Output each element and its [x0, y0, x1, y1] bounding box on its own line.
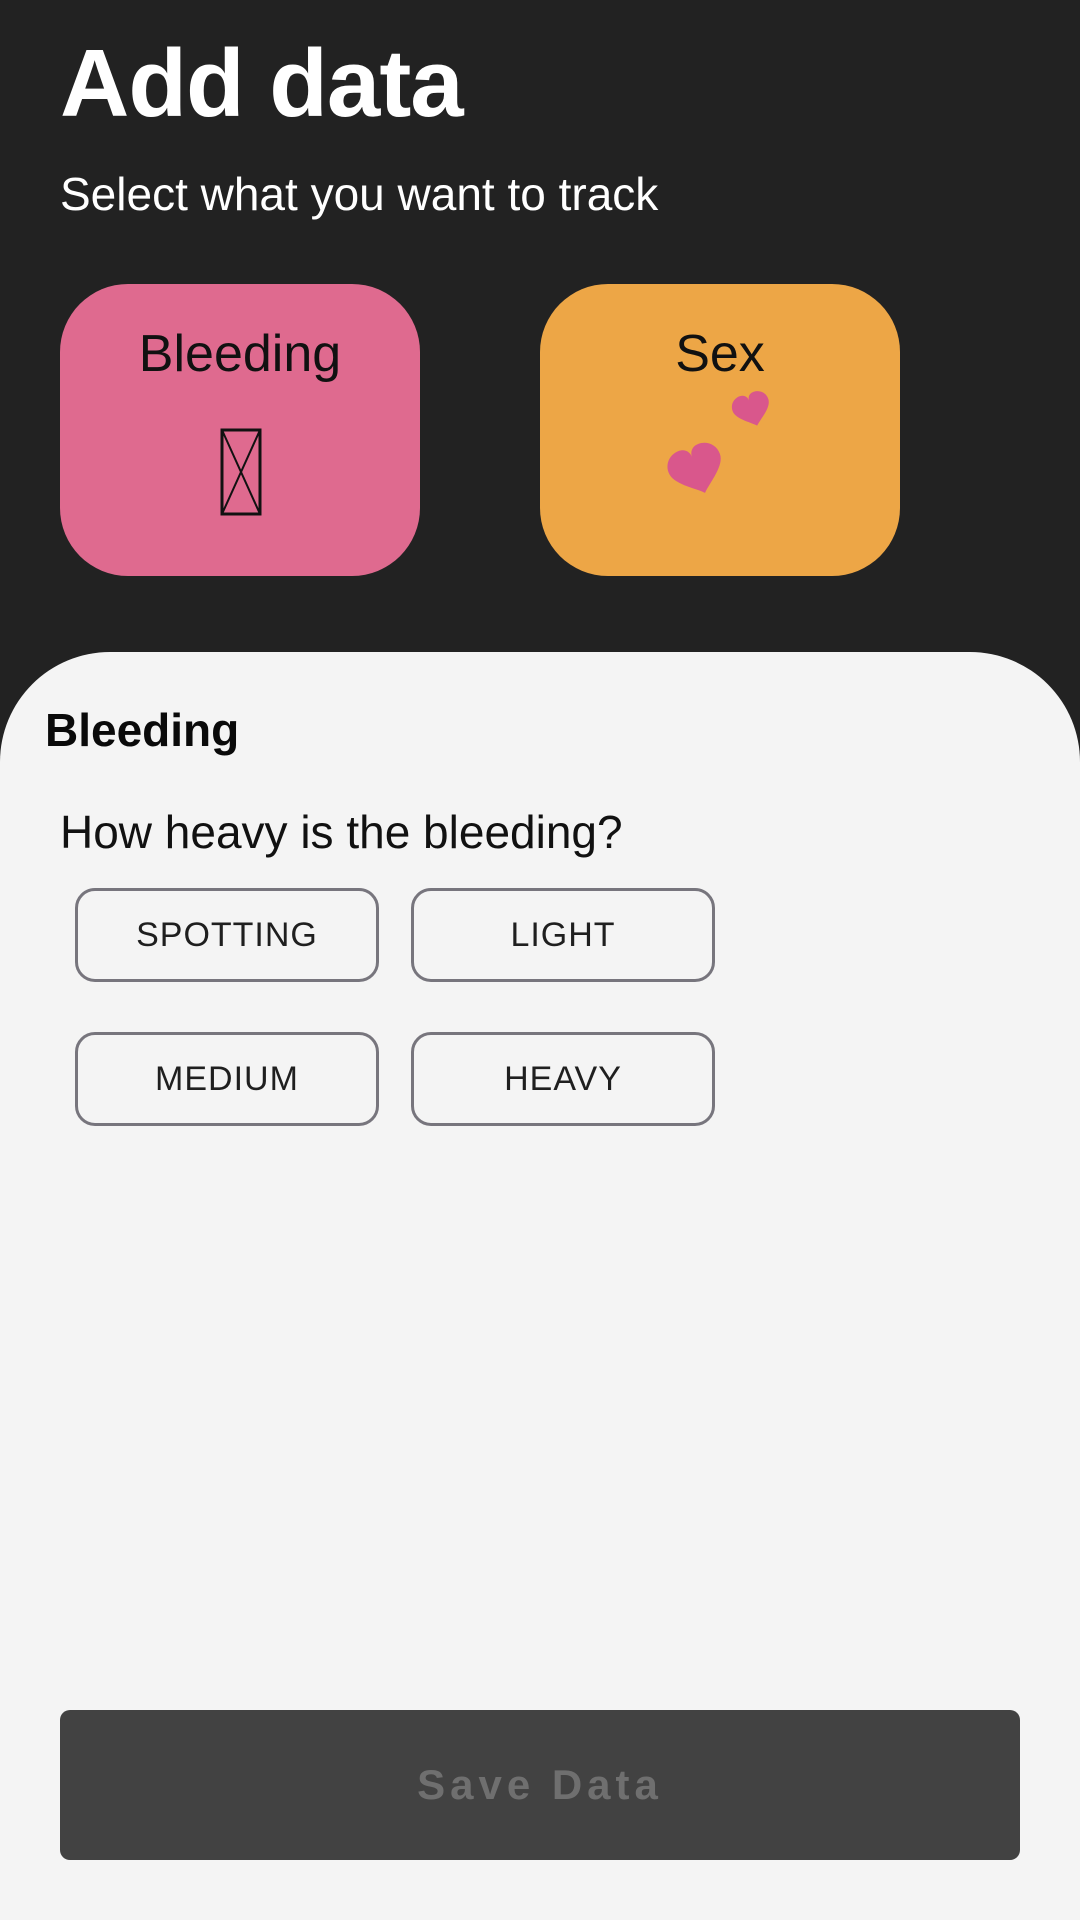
bleeding-question: How heavy is the bleeding?: [60, 806, 623, 858]
option-spotting-button[interactable]: SPOTTING: [75, 888, 379, 982]
sex-category-card[interactable]: Sex: [540, 284, 900, 576]
sheet-title: Bleeding: [45, 704, 240, 756]
two-hearts-icon: [667, 391, 769, 493]
bleeding-detail-sheet: Bleeding How heavy is the bleeding? SPOT…: [0, 652, 1080, 1920]
option-medium-button[interactable]: MEDIUM: [75, 1032, 379, 1126]
save-data-button[interactable]: Save Data: [60, 1710, 1020, 1860]
missing-glyph-icon: [220, 428, 262, 516]
page-subtitle: Select what you want to track: [60, 168, 659, 220]
option-light-button[interactable]: LIGHT: [411, 888, 715, 982]
option-heavy-button[interactable]: HEAVY: [411, 1032, 715, 1126]
bleeding-category-card[interactable]: Bleeding: [60, 284, 420, 576]
add-data-screen: Add data Select what you want to track B…: [0, 0, 1080, 1920]
page-title: Add data: [60, 30, 464, 137]
